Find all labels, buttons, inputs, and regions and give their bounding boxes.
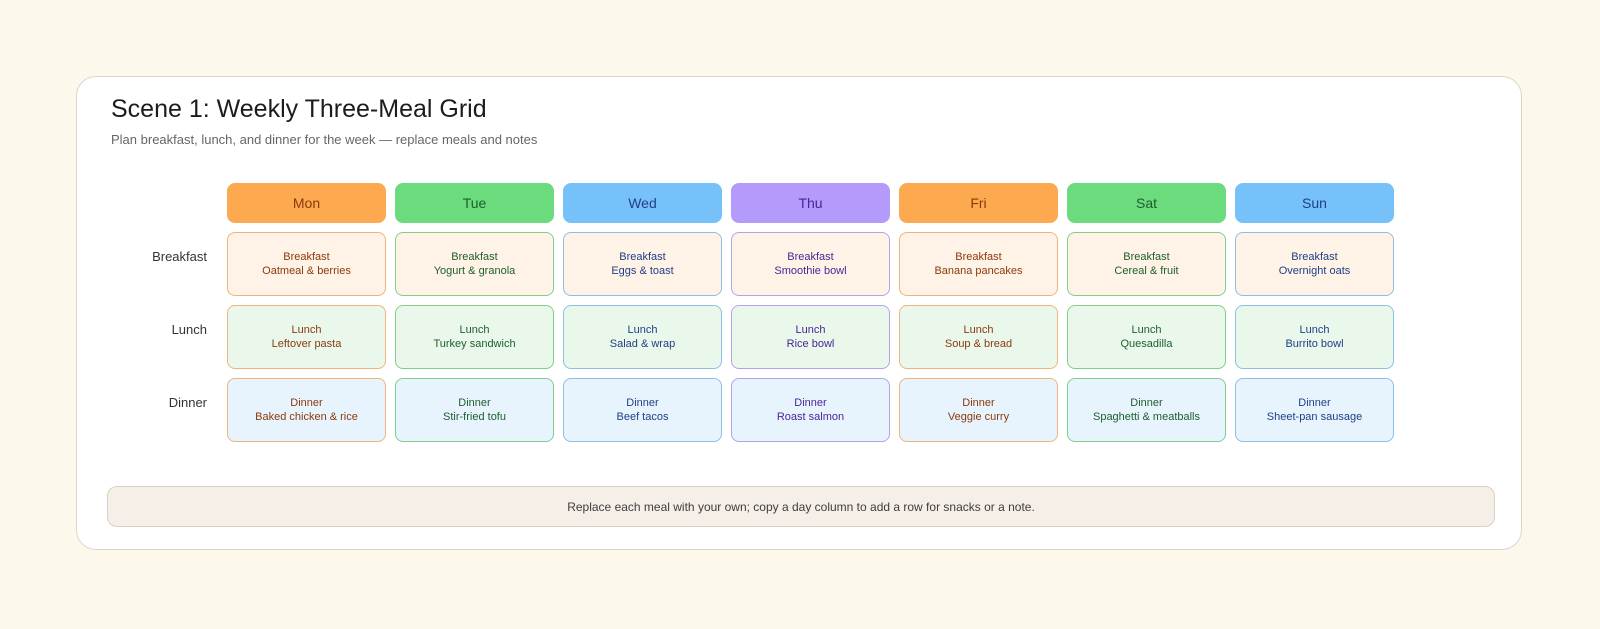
- footer-note: Replace each meal with your own; copy a …: [107, 486, 1495, 527]
- meal-cell-breakfast-mon[interactable]: Breakfast Oatmeal & berries: [227, 232, 386, 296]
- meal-cell-lunch-sat[interactable]: Lunch Quesadilla: [1067, 305, 1226, 369]
- meal-type-label: Dinner: [290, 397, 323, 409]
- meal-type-label: Lunch: [291, 324, 322, 336]
- meal-type-label: Lunch: [459, 324, 490, 336]
- page-subtitle: Plan breakfast, lunch, and dinner for th…: [111, 132, 538, 147]
- meal-name: Yogurt & granola: [433, 265, 516, 277]
- day-header-sun: Sun: [1235, 183, 1394, 223]
- meal-cell-dinner-mon[interactable]: Dinner Baked chicken & rice: [227, 378, 386, 442]
- meal-type-label: Dinner: [1298, 397, 1331, 409]
- meal-cell-breakfast-thu[interactable]: Breakfast Smoothie bowl: [731, 232, 890, 296]
- meal-name: Quesadilla: [1120, 338, 1173, 350]
- meal-type-label: Lunch: [1299, 324, 1330, 336]
- meal-name: Oatmeal & berries: [262, 265, 351, 277]
- meal-type-label: Breakfast: [283, 251, 330, 263]
- meal-type-label: Breakfast: [451, 251, 498, 263]
- row-label-lunch: Lunch: [171, 322, 207, 337]
- meal-type-label: Dinner: [626, 397, 659, 409]
- meal-type-label: Breakfast: [787, 251, 834, 263]
- meal-cell-breakfast-sat[interactable]: Breakfast Cereal & fruit: [1067, 232, 1226, 296]
- meal-cell-lunch-tue[interactable]: Lunch Turkey sandwich: [395, 305, 554, 369]
- meal-type-label: Dinner: [794, 397, 827, 409]
- meal-cell-dinner-tue[interactable]: Dinner Stir-fried tofu: [395, 378, 554, 442]
- meal-name: Roast salmon: [776, 411, 845, 423]
- day-header-wed: Wed: [563, 183, 722, 223]
- meal-type-label: Lunch: [1131, 324, 1162, 336]
- meal-name: Leftover pasta: [271, 338, 342, 350]
- row-label-breakfast: Breakfast: [152, 249, 207, 264]
- meal-name: Banana pancakes: [934, 265, 1023, 277]
- day-header-sat: Sat: [1067, 183, 1226, 223]
- meal-cell-dinner-fri[interactable]: Dinner Veggie curry: [899, 378, 1058, 442]
- meal-name: Turkey sandwich: [433, 338, 516, 350]
- meal-name: Overnight oats: [1278, 265, 1351, 277]
- day-header-fri: Fri: [899, 183, 1058, 223]
- meal-name: Burrito bowl: [1285, 338, 1344, 350]
- meal-cell-breakfast-tue[interactable]: Breakfast Yogurt & granola: [395, 232, 554, 296]
- meal-name: Stir-fried tofu: [443, 411, 506, 423]
- meal-name: Salad & wrap: [609, 338, 676, 350]
- day-header-mon: Mon: [227, 183, 386, 223]
- meal-name: Soup & bread: [944, 338, 1013, 350]
- meal-name: Baked chicken & rice: [255, 411, 358, 423]
- meal-cell-dinner-wed[interactable]: Dinner Beef tacos: [563, 378, 722, 442]
- meal-type-label: Dinner: [1130, 397, 1163, 409]
- meal-cell-lunch-sun[interactable]: Lunch Burrito bowl: [1235, 305, 1394, 369]
- meal-grid-card: Scene 1: Weekly Three-Meal Grid Plan bre…: [76, 76, 1522, 550]
- meal-name: Beef tacos: [616, 411, 669, 423]
- meal-cell-lunch-mon[interactable]: Lunch Leftover pasta: [227, 305, 386, 369]
- meal-cell-breakfast-wed[interactable]: Breakfast Eggs & toast: [563, 232, 722, 296]
- day-header-tue: Tue: [395, 183, 554, 223]
- meal-cell-lunch-fri[interactable]: Lunch Soup & bread: [899, 305, 1058, 369]
- meal-cell-dinner-thu[interactable]: Dinner Roast salmon: [731, 378, 890, 442]
- meal-type-label: Breakfast: [1123, 251, 1170, 263]
- meal-cell-dinner-sun[interactable]: Dinner Sheet-pan sausage: [1235, 378, 1394, 442]
- meal-name: Eggs & toast: [611, 265, 674, 277]
- meal-type-label: Breakfast: [619, 251, 666, 263]
- meal-type-label: Lunch: [963, 324, 994, 336]
- meal-name: Rice bowl: [786, 338, 835, 350]
- meal-name: Sheet-pan sausage: [1266, 411, 1363, 423]
- meal-type-label: Breakfast: [1291, 251, 1338, 263]
- meal-cell-breakfast-sun[interactable]: Breakfast Overnight oats: [1235, 232, 1394, 296]
- day-header-thu: Thu: [731, 183, 890, 223]
- meal-cell-lunch-wed[interactable]: Lunch Salad & wrap: [563, 305, 722, 369]
- meal-name: Smoothie bowl: [774, 265, 847, 277]
- meal-type-label: Dinner: [962, 397, 995, 409]
- row-label-dinner: Dinner: [168, 395, 207, 410]
- meal-cell-breakfast-fri[interactable]: Breakfast Banana pancakes: [899, 232, 1058, 296]
- meal-type-label: Lunch: [795, 324, 826, 336]
- meal-name: Spaghetti & meatballs: [1092, 411, 1200, 423]
- meal-type-label: Dinner: [458, 397, 491, 409]
- meal-name: Veggie curry: [947, 411, 1010, 423]
- meal-cell-dinner-sat[interactable]: Dinner Spaghetti & meatballs: [1067, 378, 1226, 442]
- meal-type-label: Lunch: [627, 324, 658, 336]
- meal-type-label: Breakfast: [955, 251, 1002, 263]
- meal-cell-lunch-thu[interactable]: Lunch Rice bowl: [731, 305, 890, 369]
- meal-name: Cereal & fruit: [1114, 265, 1179, 277]
- page-title: Scene 1: Weekly Three-Meal Grid: [111, 95, 487, 123]
